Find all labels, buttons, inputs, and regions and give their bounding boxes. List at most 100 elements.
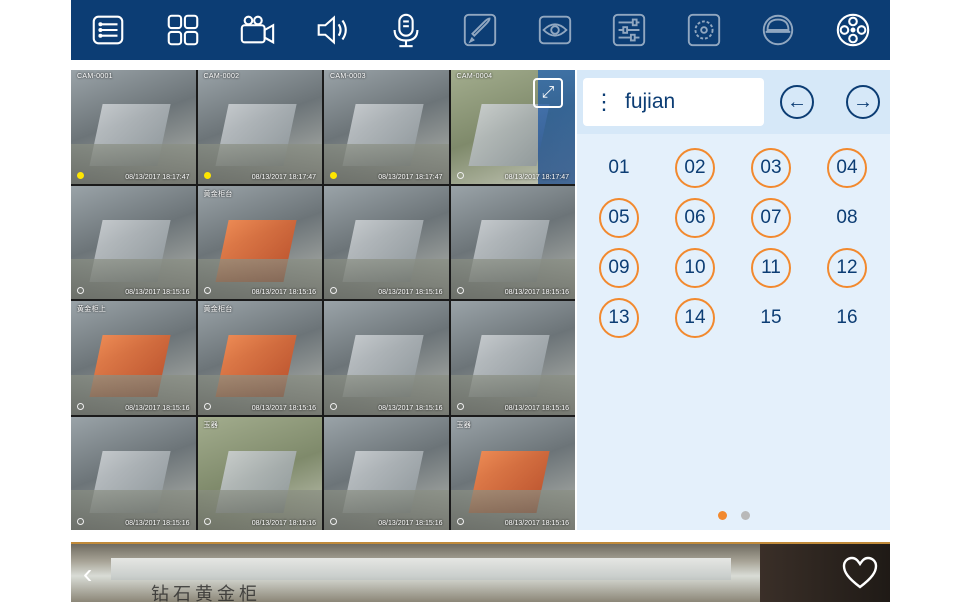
camera-tile[interactable]: CAM-0004 08/13/2017 18:17:47 ⤢: [450, 70, 575, 184]
channel-button[interactable]: 13: [581, 293, 657, 343]
camera-tile[interactable]: 玉器 08/13/2017 18:15:16: [197, 416, 322, 530]
camera-timestamp: 08/13/2017 18:15:16: [251, 404, 316, 412]
page-dot[interactable]: [740, 511, 750, 520]
eye-icon: [538, 15, 572, 45]
rocket-icon: [464, 13, 497, 47]
device-name: fujian: [625, 90, 676, 113]
film-reel-icon: [836, 13, 869, 47]
status-dot-icon: [203, 518, 211, 525]
camera-tile[interactable]: 08/13/2017 18:15:16: [324, 185, 449, 299]
camera-tile[interactable]: 黄金柜台 08/13/2017 18:15:16: [197, 301, 322, 415]
back-arrow-icon[interactable]: ‹: [83, 558, 92, 590]
camera-tile[interactable]: 08/13/2017 18:15:16: [324, 301, 449, 415]
layout-button[interactable]: [161, 8, 205, 52]
camera-tile[interactable]: 黄金柜台 08/13/2017 18:15:16: [197, 185, 322, 299]
top-toolbar: [71, 0, 890, 60]
camera-timestamp: 08/13/2017 18:15:16: [504, 404, 569, 412]
channel-label: 14: [675, 298, 715, 338]
sliders-icon: [613, 13, 646, 47]
camera-tile[interactable]: 08/13/2017 18:15:16: [450, 185, 575, 299]
channel-button[interactable]: 03: [733, 143, 809, 193]
channel-label: 10: [675, 248, 715, 288]
page-dot[interactable]: [717, 511, 727, 520]
camera-label: CAM-0001: [77, 73, 113, 80]
channel-panel: ⋮ fujian ← → 01 02 03 04 05 06 07 08 09 10 11 12 13 1…: [577, 70, 890, 530]
camera-tile[interactable]: CAM-0001 08/13/2017 18:17:47: [71, 70, 196, 184]
camera-tile[interactable]: 08/13/2017 18:15:16: [71, 416, 196, 530]
favorite-button[interactable]: [842, 556, 878, 595]
camera-tile[interactable]: 08/13/2017 18:15:16: [450, 301, 575, 415]
channel-button[interactable]: 05: [581, 193, 657, 243]
arrow-right-icon: →: [853, 90, 873, 113]
status-dot-icon: [77, 171, 84, 179]
prev-page-button[interactable]: ←: [780, 85, 814, 119]
preview-scene: [111, 558, 731, 580]
talk-button[interactable]: [384, 8, 428, 52]
camera-timestamp: 08/13/2017 18:15:16: [504, 520, 569, 527]
camera-timestamp: 08/13/2017 18:17:47: [378, 173, 443, 181]
channel-button[interactable]: 14: [657, 293, 733, 343]
audio-button[interactable]: [310, 8, 354, 52]
dvr-button[interactable]: [86, 8, 130, 52]
channel-button[interactable]: 02: [657, 143, 733, 193]
camera-label: 黄金柜上: [77, 306, 107, 313]
camera-grid: CAM-0001 08/13/2017 18:17:47 CAM-0002 08/13…: [71, 70, 575, 530]
channel-button[interactable]: 12: [809, 243, 885, 293]
next-page-button[interactable]: →: [846, 85, 880, 119]
channel-button[interactable]: 06: [657, 193, 733, 243]
status-dot-icon: [203, 287, 211, 294]
camera-icon: [240, 15, 275, 45]
camera-tile[interactable]: CAM-0002 08/13/2017 18:17:47: [197, 70, 322, 184]
fullscreen-button[interactable]: ⤢: [533, 78, 563, 108]
camera-tile[interactable]: 黄金柜上 08/13/2017 18:15:16: [71, 301, 196, 415]
camera-tile[interactable]: 玉器 08/13/2017 18:15:16: [450, 416, 575, 530]
camera-label: CAM-0003: [330, 73, 366, 80]
channel-button[interactable]: 01: [581, 143, 657, 193]
color-wheel-icon: [687, 13, 720, 47]
panel-header: ⋮ fujian ← →: [577, 70, 890, 134]
status-dot-icon: [456, 171, 464, 179]
channel-label: 13: [599, 298, 639, 338]
camera-timestamp: 08/13/2017 18:15:16: [378, 404, 443, 412]
device-selector[interactable]: ⋮ fujian: [583, 78, 764, 126]
color-button[interactable]: [682, 8, 726, 52]
preview-strip[interactable]: 钻石黄金柜 ‹: [71, 542, 890, 602]
channel-label: 08: [836, 207, 858, 228]
page-indicator: [577, 511, 890, 520]
status-dot-icon: [330, 171, 337, 179]
channel-button[interactable]: 09: [581, 243, 657, 293]
camera-timestamp: 08/13/2017 18:15:16: [125, 404, 190, 412]
view-button[interactable]: [533, 8, 577, 52]
channel-button[interactable]: 08: [809, 193, 885, 243]
channel-button[interactable]: 15: [733, 293, 809, 343]
microphone-icon: [393, 13, 419, 48]
channel-button[interactable]: 10: [657, 243, 733, 293]
playback-button[interactable]: [831, 8, 875, 52]
dome-camera-icon: [763, 14, 794, 46]
preview-sign: 钻石黄金柜: [151, 584, 261, 602]
channel-button[interactable]: 07: [733, 193, 809, 243]
settings-button[interactable]: [607, 8, 651, 52]
channel-button[interactable]: 11: [733, 243, 809, 293]
camera-tile[interactable]: 08/13/2017 18:15:16: [324, 416, 449, 530]
status-dot-icon: [456, 402, 464, 410]
status-dot-icon: [77, 287, 84, 294]
channel-label: 06: [675, 198, 715, 238]
channel-list: 01 02 03 04 05 06 07 08 09 10 11 12 13 14 15 16: [577, 143, 890, 343]
camera-timestamp: 08/13/2017 18:17:47: [504, 173, 569, 181]
channel-button[interactable]: 04: [809, 143, 885, 193]
channel-label: 03: [751, 148, 791, 188]
camera-tile[interactable]: 08/13/2017 18:15:16: [71, 185, 196, 299]
speaker-icon: [317, 15, 347, 45]
boost-button[interactable]: [458, 8, 502, 52]
camera-timestamp: 08/13/2017 18:15:16: [125, 289, 190, 296]
channel-button[interactable]: 16: [809, 293, 885, 343]
expand-icon: ⤢: [541, 84, 555, 101]
channel-label: 12: [827, 248, 867, 288]
channel-label: 16: [836, 307, 858, 328]
record-button[interactable]: [235, 8, 279, 52]
ptz-button[interactable]: [756, 8, 800, 52]
camera-tile[interactable]: CAM-0003 08/13/2017 18:17:47: [324, 70, 449, 184]
status-dot-icon: [77, 402, 84, 410]
status-dot-icon: [77, 518, 84, 525]
